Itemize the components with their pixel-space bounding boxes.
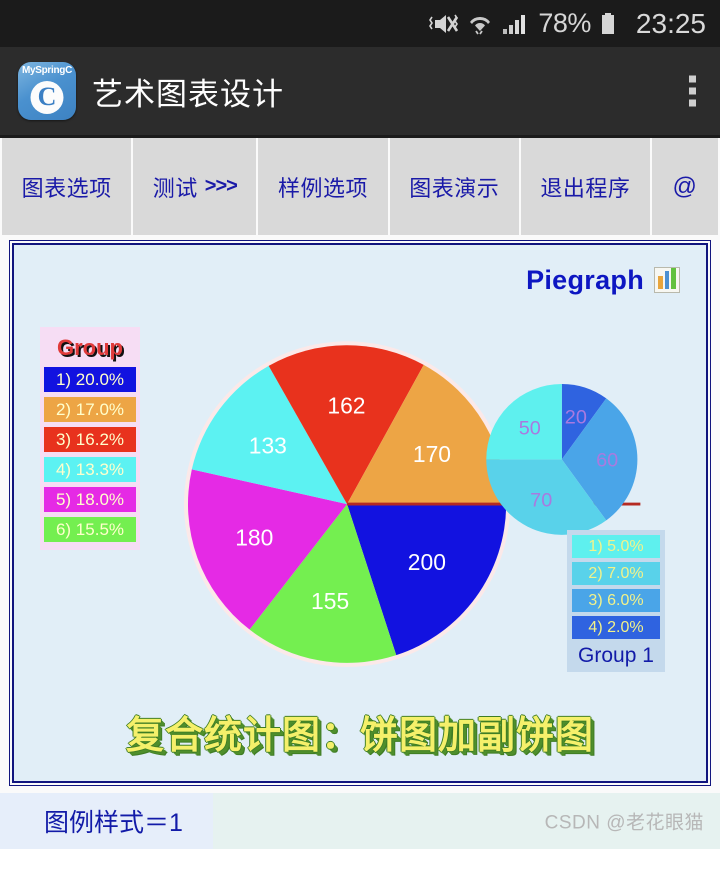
legend-sub-title: Group 1: [578, 644, 654, 667]
sub-pie[interactable]: 20 60 70 50: [486, 383, 638, 535]
pie-slice-value-label: 155: [311, 588, 349, 614]
status-bar: 78% 23:25: [0, 0, 720, 47]
legend-sub-row-4[interactable]: 4) 2.0%: [572, 616, 660, 639]
legend-main-label-3: 3) 16.2%: [55, 430, 125, 449]
legend-main: Group 1) 20.0% 2) 17.0% 3) 16.2% 4) 13.3…: [40, 327, 140, 550]
chart-panel[interactable]: Piegraph 200 155 180 133 162 170 20 60 70 50 Gro…: [9, 240, 711, 786]
pie-slice-value-label: 50: [519, 417, 541, 439]
watermark-label: CSDN @老花眼猫: [544, 812, 704, 834]
app-logo-label: MySpringC: [21, 65, 73, 76]
legend-main-label-1: 1) 20.0%: [55, 370, 125, 389]
tab-exit-label: 退出程序: [540, 175, 631, 201]
tab-chart-options-label: 图表选项: [21, 175, 112, 201]
signal-icon: [503, 14, 526, 34]
tab-test-arrows: >>>: [204, 175, 238, 197]
legend-sub-row-2[interactable]: 2) 7.0%: [572, 562, 660, 585]
clock-label: 23:25: [635, 7, 706, 39]
battery-percent-label: 78%: [538, 8, 591, 38]
tab-sample-options[interactable]: 样例选项: [258, 138, 390, 235]
tab-exit[interactable]: 退出程序: [521, 138, 652, 235]
legend-sub: 1) 5.0% 2) 7.0% 3) 6.0% 4) 2.0% Group 1: [567, 530, 665, 672]
legend-sub-label-2: 2) 7.0%: [588, 565, 644, 582]
wifi-icon: [470, 16, 491, 34]
pie-slice-value-label: 133: [249, 432, 287, 458]
tab-at-label: @: [672, 172, 698, 200]
legend-sub-label-1: 1) 5.0%: [588, 538, 644, 555]
legend-main-row-5[interactable]: 5) 18.0%: [44, 487, 136, 512]
chart-area: Piegraph 200 155 180 133 162 170 20 60 70 50 Gro…: [0, 235, 720, 793]
legend-sub-label-4: 4) 2.0%: [588, 619, 644, 636]
pie-slice-value-label: 170: [413, 441, 451, 467]
tab-chart-options[interactable]: 图表选项: [0, 138, 134, 235]
app-logo-icon: MySpringC C: [18, 62, 76, 120]
tab-test[interactable]: 测试 >>>: [133, 138, 259, 235]
tab-test-label: 测试: [152, 175, 198, 201]
tab-bar: 图表选项 测试 >>> 样例选项 图表演示 退出程序 @: [0, 135, 720, 235]
legend-main-row-3[interactable]: 3) 16.2%: [44, 427, 136, 452]
legend-main-row-4[interactable]: 4) 13.3%: [44, 457, 136, 482]
chart-caption: 复合统计图：饼图加副饼图: [125, 715, 594, 757]
legend-main-label-5: 5) 18.0%: [55, 490, 125, 509]
tab-at[interactable]: @: [652, 138, 720, 235]
legend-main-row-1[interactable]: 1) 20.0%: [44, 367, 136, 392]
mute-vibrate-icon: [429, 14, 459, 33]
legend-main-label-2: 2) 17.0%: [55, 400, 125, 419]
battery-icon: [601, 12, 614, 34]
tab-chart-demo[interactable]: 图表演示: [390, 138, 521, 235]
app-logo-letter: C: [37, 81, 57, 111]
tab-sample-options-label: 样例选项: [278, 175, 369, 201]
app-bar: MySpringC C 艺术图表设计: [0, 47, 720, 135]
legend-main-label-4: 4) 13.3%: [55, 460, 125, 479]
pie-slice-value-label: 70: [530, 490, 552, 512]
legend-sub-row-3[interactable]: 3) 6.0%: [572, 589, 660, 612]
legend-main-row-2[interactable]: 2) 17.0%: [44, 397, 136, 422]
legend-sub-label-3: 3) 6.0%: [588, 592, 644, 609]
overflow-menu-icon[interactable]: [689, 75, 696, 107]
footer-bar: 图例样式＝1 CSDN @老花眼猫: [0, 793, 720, 849]
pie-slice-value-label: 180: [235, 524, 273, 550]
legend-main-row-6[interactable]: 6) 15.5%: [44, 517, 136, 542]
legend-sub-row-1[interactable]: 1) 5.0%: [572, 535, 660, 558]
legend-main-title: Group: [57, 335, 123, 360]
pie-slice-value-label: 20: [565, 406, 587, 428]
tab-chart-demo-label: 图表演示: [409, 175, 500, 201]
app-logo-circle: C: [30, 81, 64, 114]
pie-slice-value-label: 162: [327, 393, 365, 419]
pie-slice-value-label: 60: [596, 449, 618, 471]
pie-slice-value-label: 200: [408, 549, 446, 575]
page-title: 艺术图表设计: [92, 76, 284, 112]
status-bar-icons: 78% 23:25: [429, 8, 706, 40]
legend-main-label-6: 6) 15.5%: [55, 520, 125, 539]
legend-style-status: 图例样式＝1: [0, 793, 213, 849]
